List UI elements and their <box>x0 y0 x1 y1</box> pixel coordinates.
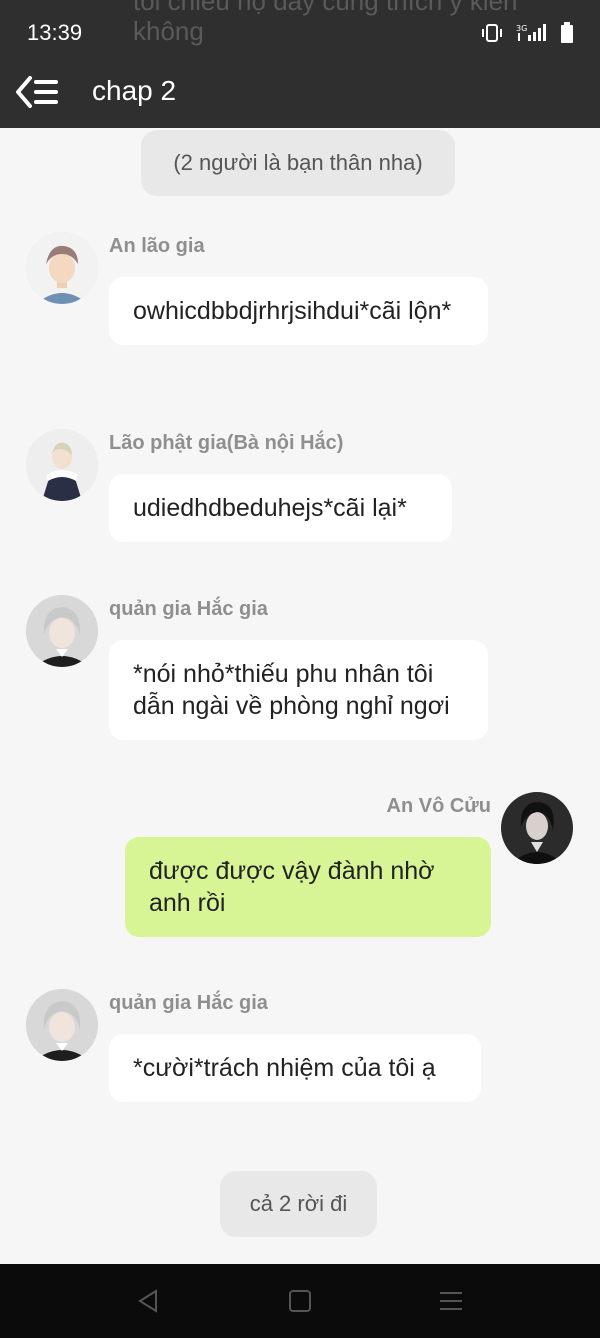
back-menu-icon[interactable] <box>14 74 62 110</box>
avatar[interactable] <box>26 989 98 1061</box>
nav-back-icon[interactable] <box>136 1288 162 1314</box>
top-app-bar: tối chiều họ đấy cũng thích ý kiến không… <box>0 0 600 128</box>
vibrate-icon <box>480 23 504 43</box>
sender-name: Lão phật gia(Bà nội Hắc) <box>109 432 344 454</box>
avatar[interactable] <box>26 429 98 501</box>
message-bubble[interactable]: *cười*trách nhiệm của tôi ạ <box>109 1034 481 1102</box>
status-time: 13:39 <box>27 20 83 45</box>
svg-text:3G: 3G <box>516 24 527 33</box>
system-message: (2 người là bạn thân nha) <box>141 130 455 196</box>
message-bubble-own[interactable]: được được vậy đành nhờ anh rồi <box>125 837 491 937</box>
message-bubble[interactable]: owhicdbbdjrhrjsihdui*cãi lộn* <box>109 277 488 345</box>
system-nav-bar <box>0 1264 600 1338</box>
chat-area[interactable]: (2 người là bạn thân nha) An lão gia owh… <box>0 128 600 1264</box>
message-bubble[interactable]: udiedhdbeduhejs*cãi lại* <box>109 474 452 542</box>
avatar[interactable] <box>26 232 98 304</box>
sender-name: quản gia Hắc gia <box>109 598 268 620</box>
battery-icon <box>560 22 574 44</box>
nav-home-icon[interactable] <box>287 1288 313 1314</box>
message-bubble[interactable]: *nói nhỏ*thiếu phu nhân tôi dẫn ngài về … <box>109 640 488 740</box>
sender-name: An lão gia <box>109 235 205 257</box>
status-icons: 3G <box>480 22 574 44</box>
signal-3g-icon: 3G <box>516 23 548 43</box>
system-message: cả 2 rời đi <box>220 1171 377 1237</box>
page-title: chap 2 <box>92 75 177 106</box>
avatar[interactable] <box>501 792 573 864</box>
sender-name: An Vô Cửu <box>386 795 491 817</box>
sender-name: quản gia Hắc gia <box>109 992 268 1014</box>
avatar[interactable] <box>26 595 98 667</box>
nav-menu-icon[interactable] <box>438 1288 464 1314</box>
